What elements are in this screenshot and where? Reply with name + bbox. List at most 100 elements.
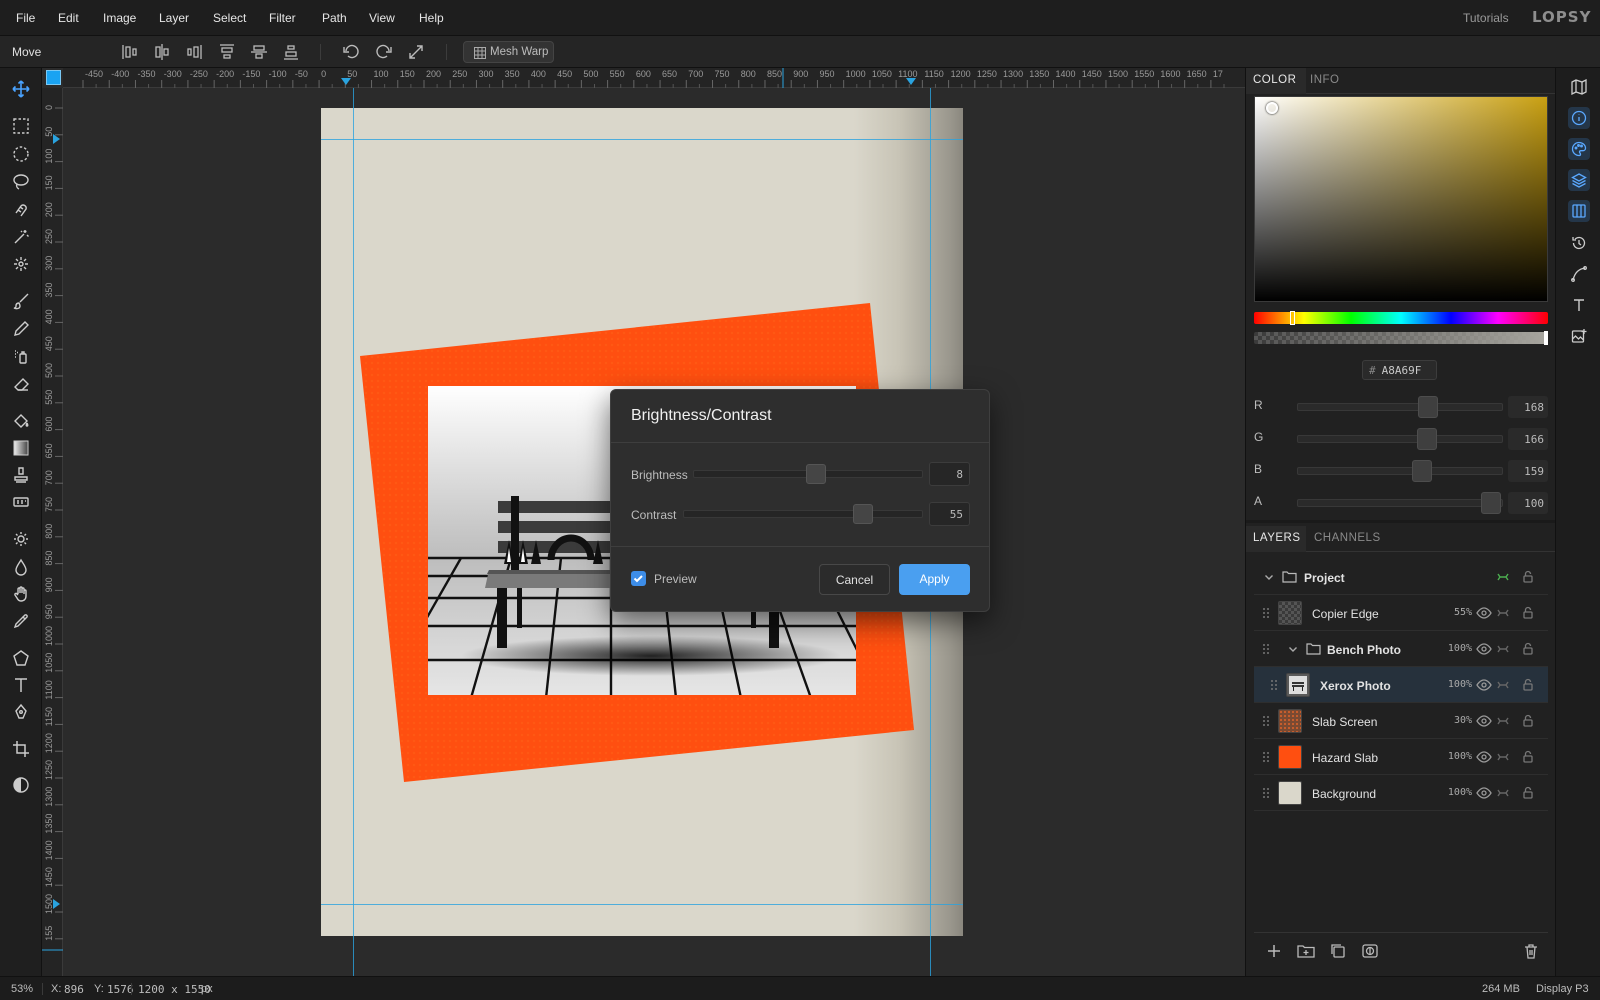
new-group-icon[interactable]	[1297, 942, 1315, 960]
channel-r-slider[interactable]	[1297, 403, 1503, 411]
guide-marker[interactable]	[906, 78, 916, 85]
channel-b-thumb[interactable]	[1412, 460, 1432, 482]
eye-icon[interactable]	[1476, 749, 1492, 765]
crop-icon[interactable]	[10, 738, 32, 760]
link-icon[interactable]	[1495, 749, 1511, 765]
contrast-slider-thumb[interactable]	[853, 504, 873, 524]
history-icon[interactable]	[1568, 232, 1590, 254]
chevron-down-icon[interactable]	[1264, 572, 1274, 582]
eye-icon[interactable]	[1476, 713, 1492, 729]
channel-b-slider[interactable]	[1297, 467, 1503, 475]
foreground-color-swatch[interactable]	[46, 70, 61, 85]
mesh-warp-button[interactable]: Mesh Warp	[463, 41, 554, 63]
pencil-icon[interactable]	[10, 318, 32, 340]
paint-bucket-icon[interactable]	[10, 410, 32, 432]
brush-icon[interactable]	[10, 290, 32, 312]
menu-image[interactable]: Image	[103, 11, 136, 25]
color-profile[interactable]: Display P3	[1536, 983, 1589, 995]
trash-icon[interactable]	[1522, 942, 1540, 960]
guide-marker[interactable]	[53, 134, 60, 144]
gradient-icon[interactable]	[10, 437, 32, 459]
menu-edit[interactable]: Edit	[58, 11, 79, 25]
channel-g-slider[interactable]	[1297, 435, 1503, 443]
align-bottom-icon[interactable]	[281, 42, 301, 62]
channel-a-slider[interactable]	[1297, 499, 1503, 507]
hand-icon[interactable]	[10, 583, 32, 605]
type-panel-icon[interactable]	[1568, 294, 1590, 316]
link-icon[interactable]	[1495, 677, 1511, 693]
add-layer-icon[interactable]	[1265, 942, 1283, 960]
lock-icon[interactable]	[1520, 713, 1536, 729]
rotate-left-icon[interactable]	[341, 42, 361, 62]
tab-layers[interactable]: LAYERS	[1253, 532, 1301, 544]
link-icon[interactable]	[1495, 641, 1511, 657]
eye-icon[interactable]	[1476, 677, 1492, 693]
layer-row-background[interactable]: Background 100%	[1254, 775, 1548, 811]
tutorials-link[interactable]: Tutorials	[1463, 11, 1509, 25]
mask-icon[interactable]	[1361, 942, 1379, 960]
eye-icon[interactable]	[1476, 605, 1492, 621]
spray-icon[interactable]	[10, 345, 32, 367]
pen-icon[interactable]	[10, 701, 32, 723]
align-vcenter-icon[interactable]	[249, 42, 269, 62]
hex-input[interactable]: # A8A69F	[1362, 360, 1437, 380]
preview-checkbox[interactable]	[631, 571, 646, 586]
text-tool-icon[interactable]	[10, 674, 32, 696]
marquee-ellipse-icon[interactable]	[10, 143, 32, 165]
lock-icon[interactable]	[1520, 749, 1536, 765]
menu-select[interactable]: Select	[213, 11, 246, 25]
curve-icon[interactable]	[1568, 263, 1590, 285]
layer-row-hazard-slab[interactable]: Hazard Slab 100%	[1254, 739, 1548, 775]
guide-vertical[interactable]	[353, 88, 354, 976]
info-icon[interactable]	[1568, 107, 1590, 129]
align-top-icon[interactable]	[217, 42, 237, 62]
stamp-icon[interactable]	[10, 464, 32, 486]
channel-g-thumb[interactable]	[1417, 428, 1437, 450]
expand-icon[interactable]	[406, 42, 426, 62]
drag-handle-icon[interactable]	[1262, 715, 1270, 727]
layer-row-project[interactable]: Project	[1254, 559, 1548, 595]
drag-handle-icon[interactable]	[1262, 787, 1270, 799]
menu-help[interactable]: Help	[419, 11, 444, 25]
tab-info[interactable]: INFO	[1310, 74, 1339, 86]
link-icon[interactable]	[1495, 569, 1511, 585]
brightness-slider-thumb[interactable]	[806, 464, 826, 484]
chevron-down-icon[interactable]	[1288, 644, 1298, 654]
align-right-icon[interactable]	[184, 42, 204, 62]
quick-select-icon[interactable]	[10, 253, 32, 275]
lasso-icon[interactable]	[10, 171, 32, 193]
link-icon[interactable]	[1495, 713, 1511, 729]
lock-icon[interactable]	[1520, 785, 1536, 801]
rotate-right-icon[interactable]	[374, 42, 394, 62]
layers-icon[interactable]	[1568, 169, 1590, 191]
color-picker-cursor[interactable]	[1266, 102, 1278, 114]
preview-label[interactable]: Preview	[654, 572, 697, 586]
channel-a-thumb[interactable]	[1481, 492, 1501, 514]
channel-r-value[interactable]: 168	[1508, 396, 1548, 418]
menu-path[interactable]: Path	[322, 11, 347, 25]
link-icon[interactable]	[1495, 605, 1511, 621]
alpha-slider[interactable]	[1254, 332, 1548, 344]
channel-a-value[interactable]: 100	[1508, 492, 1548, 514]
cancel-button[interactable]: Cancel	[819, 564, 890, 595]
eyedropper-icon[interactable]	[10, 610, 32, 632]
drag-handle-icon[interactable]	[1262, 607, 1270, 619]
guide-marker[interactable]	[53, 899, 60, 909]
zoom-level[interactable]: 53%	[11, 983, 33, 995]
menu-filter[interactable]: Filter	[269, 11, 296, 25]
align-left-icon[interactable]	[120, 42, 140, 62]
duplicate-icon[interactable]	[1329, 942, 1347, 960]
drag-handle-icon[interactable]	[1270, 679, 1278, 691]
drag-handle-icon[interactable]	[1262, 751, 1270, 763]
lock-icon[interactable]	[1520, 569, 1536, 585]
saturation-value-field[interactable]	[1254, 96, 1548, 302]
magnetic-lasso-icon[interactable]	[10, 199, 32, 221]
channel-g-value[interactable]: 166	[1508, 428, 1548, 450]
map-icon[interactable]	[1568, 76, 1590, 98]
lock-icon[interactable]	[1520, 605, 1536, 621]
align-hcenter-icon[interactable]	[152, 42, 172, 62]
lock-icon[interactable]	[1520, 641, 1536, 657]
apply-button[interactable]: Apply	[899, 564, 970, 595]
channel-r-thumb[interactable]	[1418, 396, 1438, 418]
guide-marker[interactable]	[341, 78, 351, 85]
